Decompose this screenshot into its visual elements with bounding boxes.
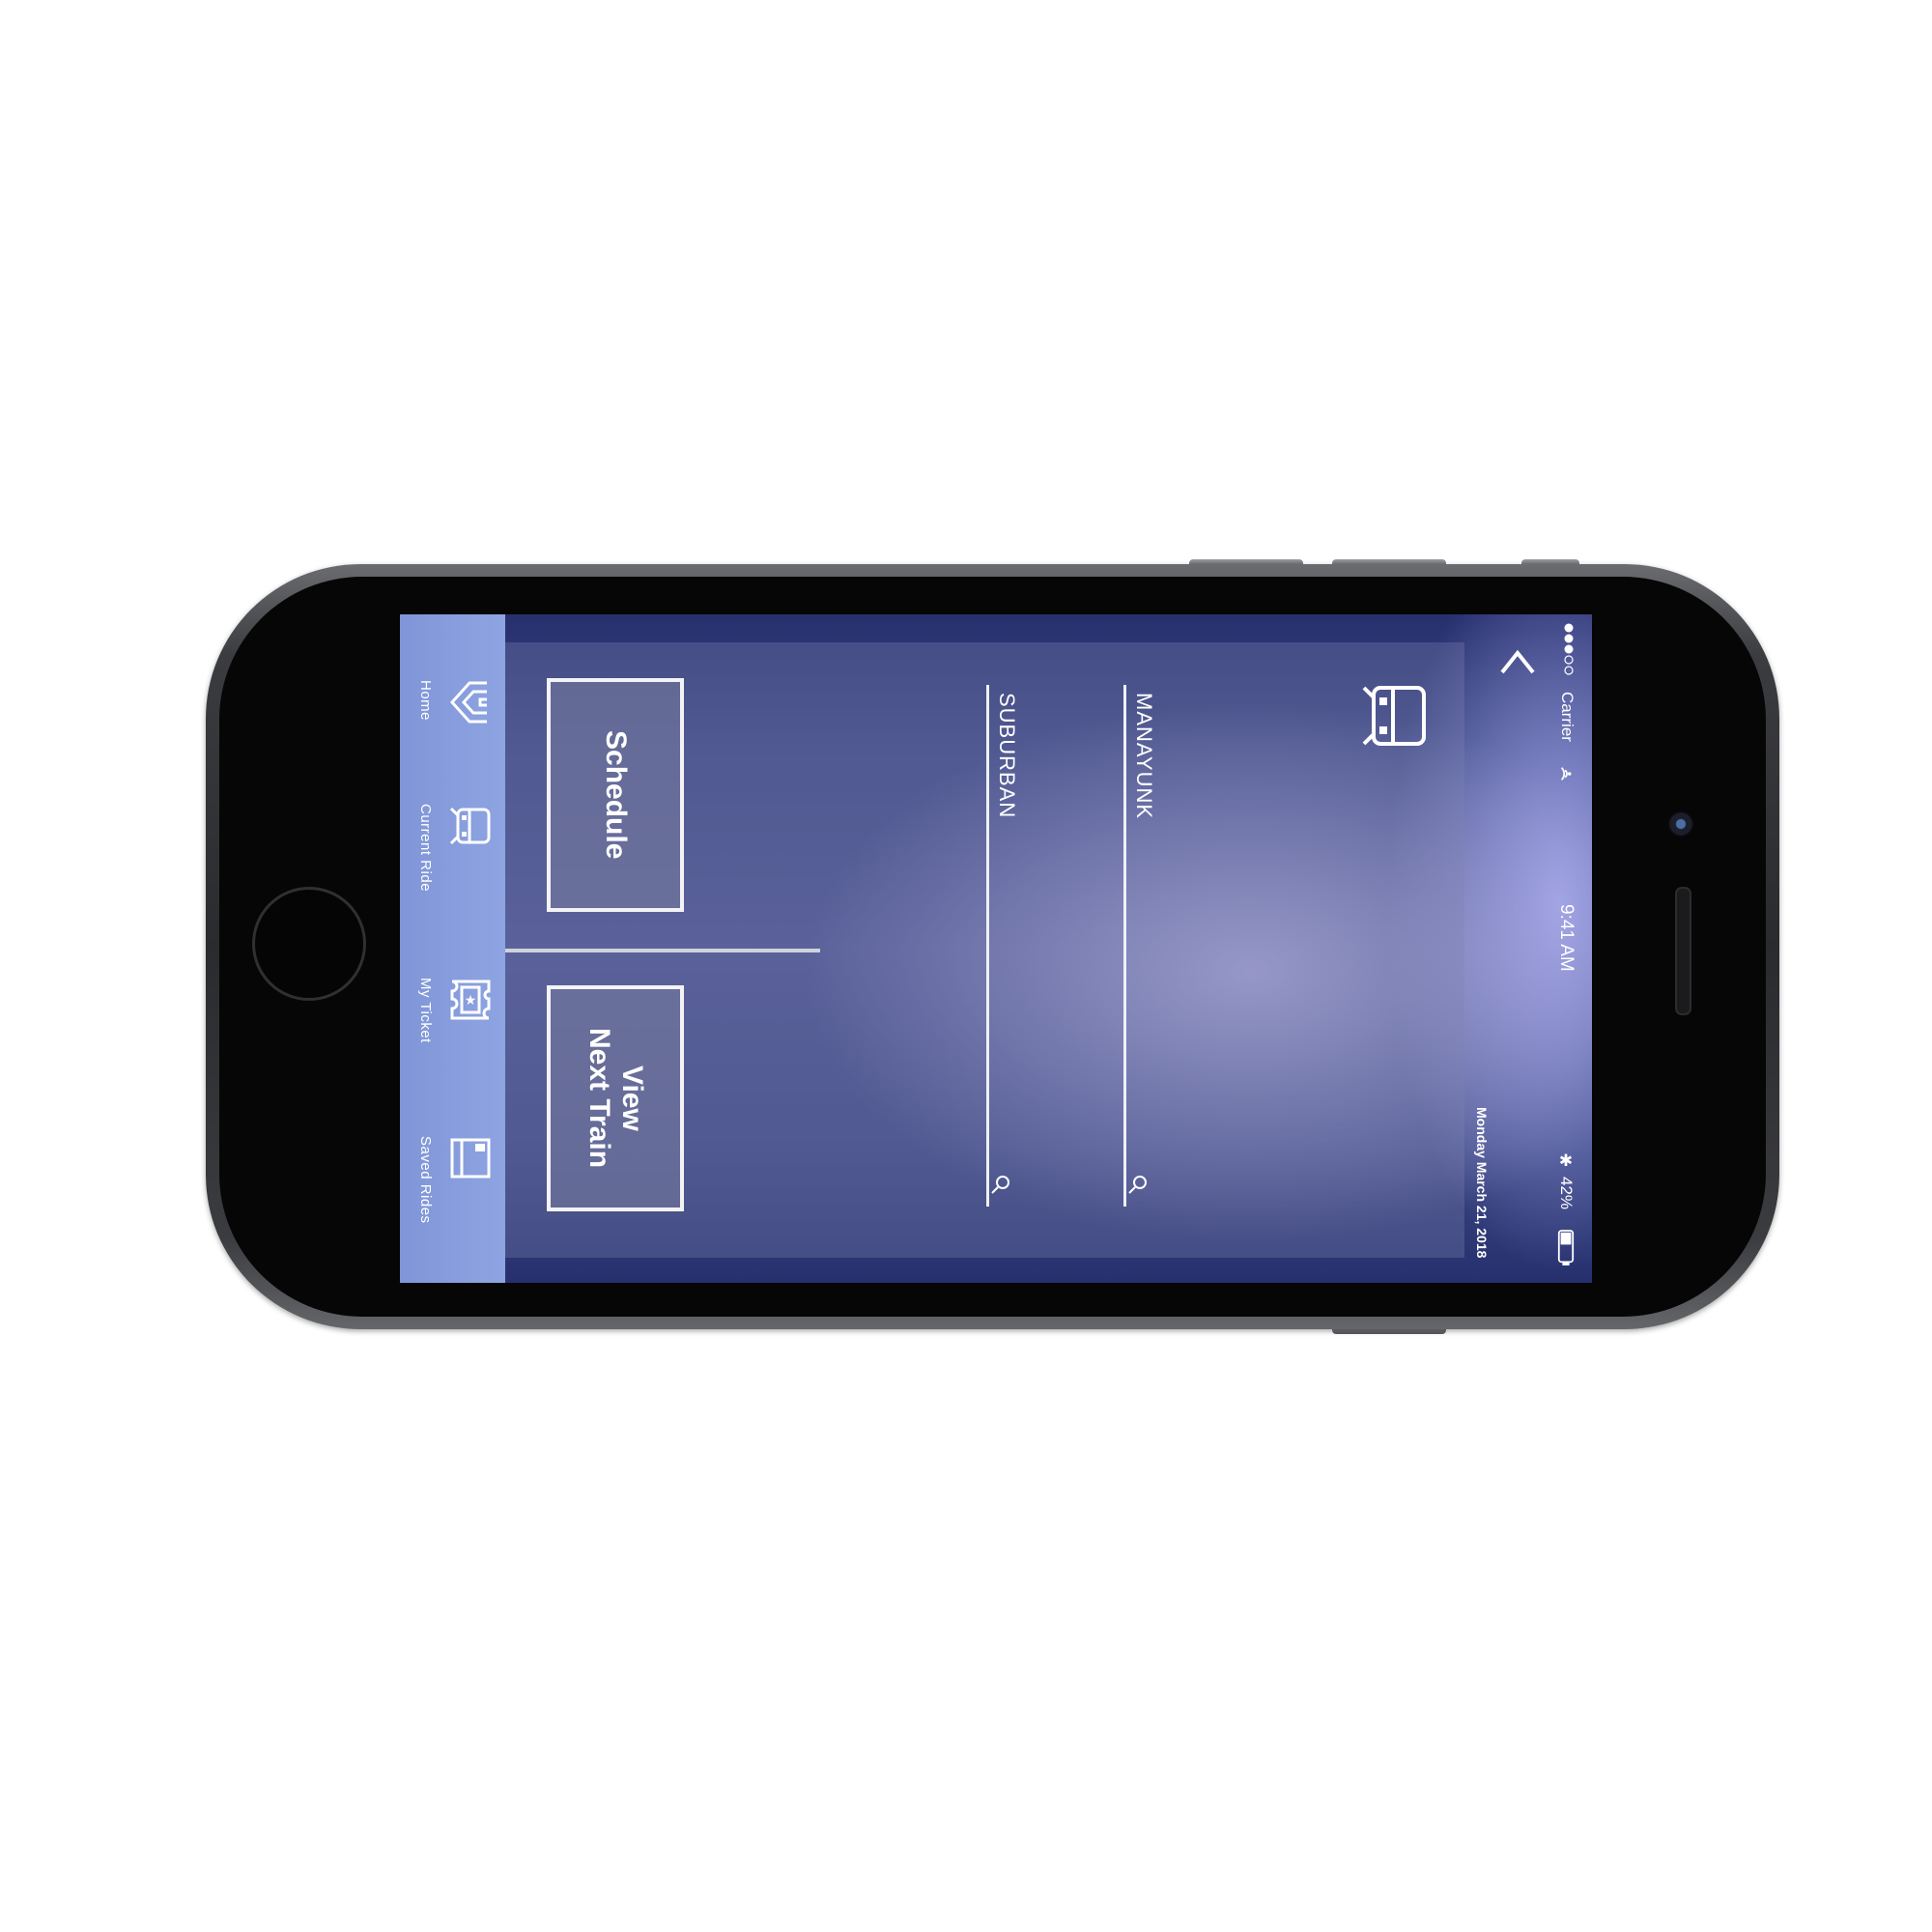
carrier-label: Carrier [1558, 692, 1577, 742]
bookmark-icon [450, 1138, 491, 1179]
svg-text:★: ★ [465, 993, 477, 1009]
schedule-button[interactable]: Schedule [547, 678, 684, 912]
home-hardware-button[interactable] [252, 887, 366, 1001]
wifi-icon [1560, 767, 1572, 781]
to-station-value: SUBURBAN [995, 693, 1019, 819]
tab-home-label: Home [417, 680, 434, 722]
time-label: 9:41 AM [1556, 904, 1577, 972]
from-station-field[interactable]: MANAYUNK [1123, 685, 1162, 1207]
tab-my-ticket[interactable]: ★ My Ticket [400, 978, 505, 1103]
battery-percent: 42% [1557, 1177, 1576, 1210]
chevron-up-icon[interactable] [1498, 643, 1537, 682]
battery-icon [1557, 1230, 1575, 1265]
view-next-train-label: View Next Train [583, 1028, 648, 1169]
from-station-underline [1123, 685, 1126, 1207]
app-screen: Home Current Ride ★ My Ticket Saved Ride… [400, 614, 1592, 1283]
search-icon[interactable] [1127, 1174, 1149, 1195]
front-camera [1668, 811, 1693, 837]
search-icon[interactable] [990, 1174, 1011, 1195]
from-station-value: MANAYUNK [1132, 693, 1156, 820]
tab-saved-rides[interactable]: Saved Rides [400, 1136, 505, 1262]
button-divider [505, 949, 820, 952]
tab-current-ride-label: Current Ride [417, 804, 434, 893]
ticket-icon: ★ [450, 980, 491, 1020]
train-icon [1362, 686, 1426, 746]
to-station-underline [986, 685, 989, 1207]
tab-current-ride[interactable]: Current Ride [400, 804, 505, 929]
view-next-train-button[interactable]: View Next Train [547, 985, 684, 1211]
tab-home[interactable]: Home [400, 680, 505, 786]
tab-bar: Home Current Ride ★ My Ticket Saved Ride… [400, 614, 505, 1283]
train-icon [449, 807, 491, 845]
tab-my-ticket-label: My Ticket [417, 978, 434, 1043]
tab-saved-rides-label: Saved Rides [417, 1136, 434, 1224]
earpiece-speaker [1675, 887, 1691, 1015]
schedule-label: Schedule [600, 730, 632, 860]
date-label: Monday March 21, 2018 [1474, 1107, 1490, 1259]
to-station-field[interactable]: SUBURBAN [986, 685, 1025, 1207]
bluetooth-icon: ✱ [1557, 1151, 1576, 1171]
signal-dots-icon [1564, 623, 1574, 675]
home-icon [449, 681, 487, 724]
